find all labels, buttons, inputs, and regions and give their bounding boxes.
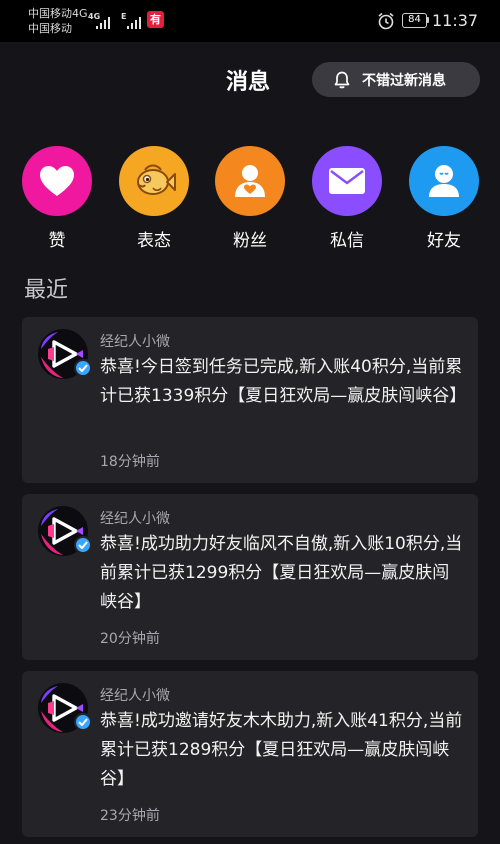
verified-badge-icon — [74, 359, 92, 377]
verified-badge-icon — [74, 536, 92, 554]
recent-section-title: 最近 — [24, 278, 69, 303]
likes-circle — [22, 146, 92, 216]
mail-icon — [329, 168, 365, 194]
network-type-e: E — [121, 12, 127, 21]
subscribe-notifications-button[interactable]: 不错过新消息 — [312, 62, 480, 97]
message-time: 23分钟前 — [100, 808, 160, 824]
carrier-1-name: 中国移动 — [28, 7, 72, 20]
message-text: 恭喜!成功助力好友临风不自傲,新入账10积分,当前累计已获1299积分【夏日狂欢… — [100, 534, 463, 612]
message-card[interactable]: 经纪人小微 恭喜!今日签到任务已完成,新入账40积分,当前累计已获1339积分【… — [22, 317, 478, 483]
user-heart-icon — [235, 165, 265, 197]
category-likes-label: 赞 — [48, 231, 66, 251]
message-sender: 经纪人小微 — [100, 511, 170, 527]
battery-icon: 84 — [402, 13, 427, 28]
status-clock: 11:37 — [432, 11, 479, 30]
battery-tip — [427, 17, 429, 23]
message-sender: 经纪人小微 — [100, 334, 170, 350]
signal-2-icon — [127, 17, 141, 29]
carrier-1: 中国移动4G — [28, 7, 88, 20]
page-title: 消息 — [226, 70, 271, 95]
category-friends-label: 好友 — [427, 231, 461, 251]
private-messages-circle — [312, 146, 382, 216]
signal-1-icon — [96, 17, 110, 29]
category-friends[interactable]: 好友 — [409, 146, 479, 251]
bell-icon — [334, 71, 350, 88]
reactions-circle — [119, 146, 189, 216]
friends-circle — [409, 146, 479, 216]
status-bar: 中国移动4G 中国移动 4G E 有 84 11:37 — [0, 0, 500, 42]
subscribe-label: 不错过新消息 — [362, 72, 446, 89]
category-private-messages[interactable]: 私信 — [312, 146, 382, 251]
app-notification-icon: 有 — [147, 11, 164, 28]
friend-icon — [429, 165, 459, 197]
fish-icon — [137, 164, 176, 195]
category-fans[interactable]: 粉丝 — [215, 146, 285, 251]
message-time: 18分钟前 — [100, 454, 160, 470]
carrier-1-net: 4G — [72, 7, 88, 20]
message-text: 恭喜!成功邀请好友木木助力,新入账41积分,当前累计已获1289积分【夏日狂欢局… — [100, 711, 463, 789]
category-fans-label: 粉丝 — [233, 231, 267, 251]
message-card[interactable]: 经纪人小微 恭喜!成功助力好友临风不自傲,新入账10积分,当前累计已获1299积… — [22, 494, 478, 660]
verified-badge-icon — [74, 713, 92, 731]
fans-circle — [215, 146, 285, 216]
message-time: 20分钟前 — [100, 631, 160, 647]
message-text: 恭喜!今日签到任务已完成,新入账40积分,当前累计已获1339积分【夏日狂欢局—… — [100, 357, 467, 406]
message-card[interactable]: 经纪人小微 恭喜!成功邀请好友木木助力,新入账41积分,当前累计已获1289积分… — [22, 671, 478, 837]
alarm-icon — [378, 12, 394, 30]
message-sender: 经纪人小微 — [100, 688, 170, 704]
category-private-messages-label: 私信 — [330, 231, 364, 251]
category-reactions-label: 表态 — [137, 231, 171, 251]
category-reactions[interactable]: 表态 — [119, 146, 189, 251]
category-likes[interactable]: 赞 — [22, 146, 92, 251]
heart-icon — [40, 166, 74, 196]
carrier-2: 中国移动 — [28, 22, 72, 35]
